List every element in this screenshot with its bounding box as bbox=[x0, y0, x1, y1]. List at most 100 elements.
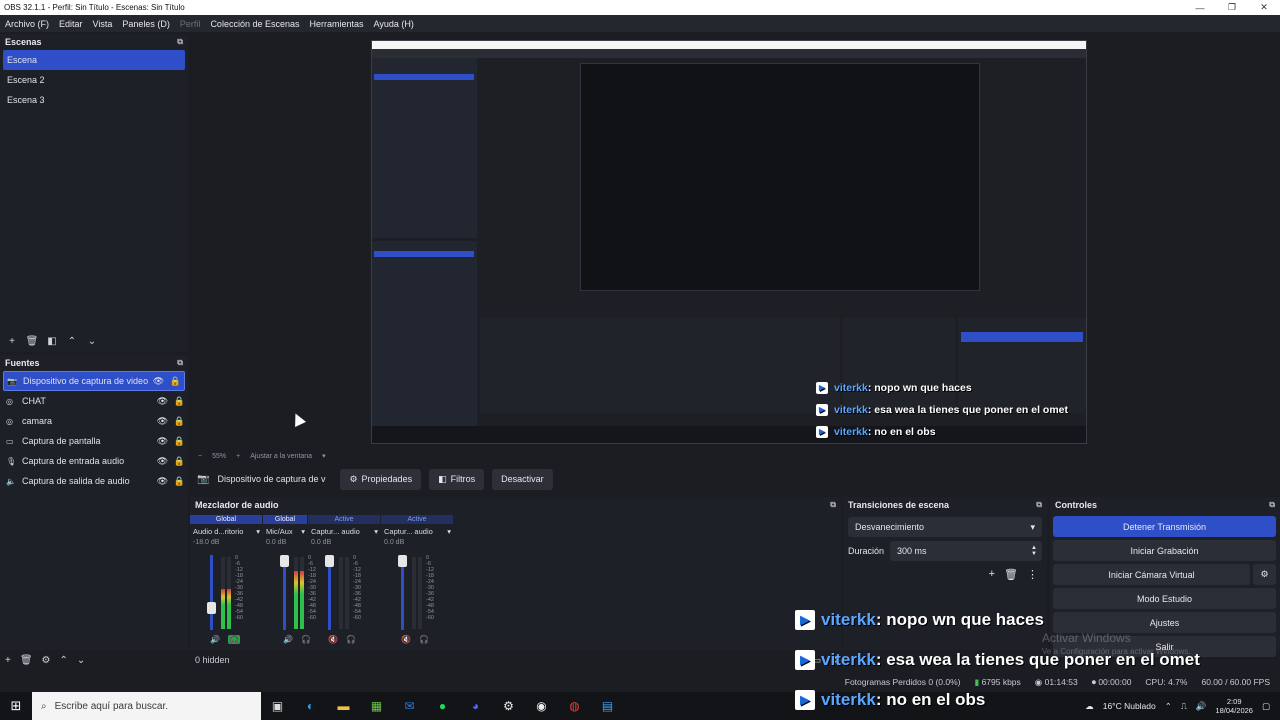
move-up-icon[interactable]: ⌃ bbox=[60, 655, 68, 666]
restore-icon[interactable]: ❐ bbox=[1216, 2, 1248, 13]
mail-icon[interactable]: ✉ bbox=[393, 699, 426, 713]
scene-item-escena-3[interactable]: Escena 3 bbox=[0, 90, 188, 110]
channel-name[interactable]: Audio d...ritorio ▾ bbox=[190, 524, 262, 536]
more-options-icon[interactable]: ⋮ bbox=[1027, 568, 1038, 581]
minimize-icon[interactable]: — bbox=[1184, 3, 1216, 13]
spotify-icon[interactable]: ● bbox=[426, 699, 459, 713]
source-item-audio-input[interactable]: 🎙 Captura de entrada audio 👁 🔒 bbox=[0, 451, 188, 471]
chevron-down-icon[interactable]: ▾ bbox=[301, 527, 305, 536]
app-icon[interactable]: ▤ bbox=[591, 699, 624, 713]
move-down-icon[interactable]: ⌄ bbox=[85, 336, 99, 347]
file-explorer-icon[interactable]: ▬ bbox=[327, 699, 360, 713]
zoom-in-icon[interactable]: + bbox=[236, 453, 240, 460]
menu-editar[interactable]: Editar bbox=[54, 19, 88, 29]
menu-vista[interactable]: Vista bbox=[88, 19, 118, 29]
volume-slider[interactable] bbox=[325, 555, 334, 630]
obs-icon[interactable]: ◉ bbox=[525, 699, 558, 713]
properties-button[interactable]: ⚙ Propiedades bbox=[340, 468, 422, 490]
program-preview[interactable]: ▶ viterkk : nopo wn que haces ▶ viterkk … bbox=[371, 40, 1087, 444]
chevron-down-icon[interactable]: ▾ bbox=[256, 527, 260, 536]
undock-icon[interactable]: ⧉ bbox=[177, 358, 183, 368]
channel-name[interactable]: Mic/Aux ▾ bbox=[263, 524, 307, 536]
lock-icon[interactable]: 🔒 bbox=[171, 396, 188, 407]
remove-source-icon[interactable]: 🗑 bbox=[20, 655, 33, 666]
stop-stream-button[interactable]: Detener Transmisión bbox=[1053, 516, 1276, 537]
duration-spinbox[interactable]: 300 ms ▲ ▼ bbox=[890, 541, 1042, 561]
source-item-chat[interactable]: ◎ CHAT 👁 🔒 bbox=[0, 391, 188, 411]
channel-name[interactable]: Captur... audio ▾ bbox=[308, 524, 380, 536]
transition-select[interactable]: Desvanecimiento ▾ bbox=[848, 517, 1042, 537]
deactivate-button[interactable]: Desactivar bbox=[492, 468, 553, 490]
notifications-icon[interactable]: ▢ bbox=[1262, 701, 1270, 712]
scene-item-escena-2[interactable]: Escena 2 bbox=[0, 70, 188, 90]
move-up-icon[interactable]: ⌃ bbox=[65, 336, 79, 347]
muted-speaker-icon[interactable]: 🔇 bbox=[401, 635, 411, 644]
visibility-eye-icon[interactable]: 👁 bbox=[150, 376, 167, 387]
menu-archivo[interactable]: Archivo (F) bbox=[0, 19, 54, 29]
undock-icon[interactable]: ⧉ bbox=[177, 37, 183, 47]
scene-filters-icon[interactable]: ◧ bbox=[45, 336, 59, 347]
edge-icon[interactable]: ◐ bbox=[294, 699, 327, 713]
taskbar-search[interactable]: ⌕ Escribe aquí para buscar. bbox=[32, 692, 261, 720]
lock-icon[interactable]: 🔒 bbox=[171, 476, 188, 487]
volume-slider-knob[interactable] bbox=[398, 555, 407, 567]
volume-slider-knob[interactable] bbox=[207, 602, 216, 614]
volume-slider[interactable] bbox=[280, 555, 289, 630]
volume-slider-knob[interactable] bbox=[325, 555, 334, 567]
fit-to-window[interactable]: Ajustar a la ventana bbox=[250, 453, 312, 460]
add-source-icon[interactable]: + bbox=[5, 655, 11, 666]
source-properties-icon[interactable]: ⚙ bbox=[42, 655, 51, 666]
visibility-eye-icon[interactable]: 👁 bbox=[154, 476, 171, 487]
source-item-video-capture[interactable]: 📷 Dispositivo de captura de video 👁 🔒 bbox=[3, 371, 185, 391]
muted-speaker-icon[interactable]: 🔇 bbox=[328, 635, 338, 644]
volume-slider-knob[interactable] bbox=[280, 555, 289, 567]
speaker-icon[interactable]: 🔊 bbox=[210, 635, 220, 644]
settings-icon[interactable]: ⚙ bbox=[492, 699, 525, 713]
move-down-icon[interactable]: ⌄ bbox=[77, 655, 85, 666]
menu-ayuda[interactable]: Ayuda (H) bbox=[369, 19, 419, 29]
source-item-screen-capture[interactable]: ▭ Captura de pantalla 👁 🔒 bbox=[0, 431, 188, 451]
start-recording-button[interactable]: Iniciar Grabación bbox=[1053, 540, 1276, 561]
headphones-icon[interactable]: 🎧 bbox=[227, 635, 240, 644]
remove-transition-icon[interactable]: 🗑 bbox=[1004, 568, 1018, 581]
chevron-down-icon[interactable]: ▾ bbox=[374, 527, 378, 536]
chrome-icon[interactable]: ◍ bbox=[558, 699, 591, 713]
volume-slider[interactable] bbox=[398, 555, 407, 630]
menu-herramientas[interactable]: Herramientas bbox=[305, 19, 369, 29]
remove-scene-icon[interactable]: 🗑 bbox=[25, 336, 39, 347]
virtual-cam-gear-icon[interactable]: ⚙ bbox=[1253, 564, 1276, 585]
visibility-eye-icon[interactable]: 👁 bbox=[154, 456, 171, 467]
zoom-out-icon[interactable]: − bbox=[198, 453, 202, 460]
task-view-icon[interactable]: ▣ bbox=[261, 699, 294, 713]
undock-icon[interactable]: ⧉ bbox=[830, 500, 836, 510]
add-transition-icon[interactable]: + bbox=[989, 568, 995, 581]
visibility-eye-icon[interactable]: 👁 bbox=[154, 416, 171, 427]
lock-icon[interactable]: 🔒 bbox=[171, 436, 188, 447]
windows-start-icon[interactable]: ⊞ bbox=[0, 698, 32, 714]
store-icon[interactable]: ▦ bbox=[360, 699, 393, 713]
undock-icon[interactable]: ⧉ bbox=[1269, 500, 1275, 510]
lock-icon[interactable]: 🔒 bbox=[171, 416, 188, 427]
menu-perfil[interactable]: Perfil bbox=[175, 19, 206, 29]
lock-icon[interactable]: 🔒 bbox=[167, 376, 184, 387]
headphones-icon[interactable]: 🎧 bbox=[419, 635, 429, 644]
channel-name[interactable]: Captur... audio ▾ bbox=[381, 524, 453, 536]
chevron-down-icon[interactable]: ▾ bbox=[447, 527, 451, 536]
speaker-icon[interactable]: 🔊 bbox=[283, 635, 293, 644]
menu-coleccion-escenas[interactable]: Colección de Escenas bbox=[205, 19, 304, 29]
source-item-audio-output[interactable]: 🔈 Captura de salida de audio 👁 🔒 bbox=[0, 471, 188, 491]
close-icon[interactable]: ✕ bbox=[1248, 2, 1280, 13]
scene-item-escena[interactable]: Escena bbox=[3, 50, 185, 70]
clock[interactable]: 2:09 18/04/2026 bbox=[1215, 697, 1253, 715]
undock-icon[interactable]: ⧉ bbox=[1036, 500, 1042, 510]
chevron-down-icon[interactable]: ▾ bbox=[322, 452, 326, 460]
spin-arrows-icon[interactable]: ▲ ▼ bbox=[1031, 545, 1037, 557]
headphones-icon[interactable]: 🎧 bbox=[346, 635, 356, 644]
visibility-eye-icon[interactable]: 👁 bbox=[154, 396, 171, 407]
lock-icon[interactable]: 🔒 bbox=[171, 456, 188, 467]
add-scene-icon[interactable]: + bbox=[5, 336, 19, 347]
filters-button[interactable]: ◧ Filtros bbox=[429, 468, 485, 490]
discord-icon[interactable]: ◕ bbox=[459, 699, 492, 713]
source-item-camara[interactable]: ◎ camara 👁 🔒 bbox=[0, 411, 188, 431]
volume-slider[interactable] bbox=[207, 555, 216, 630]
